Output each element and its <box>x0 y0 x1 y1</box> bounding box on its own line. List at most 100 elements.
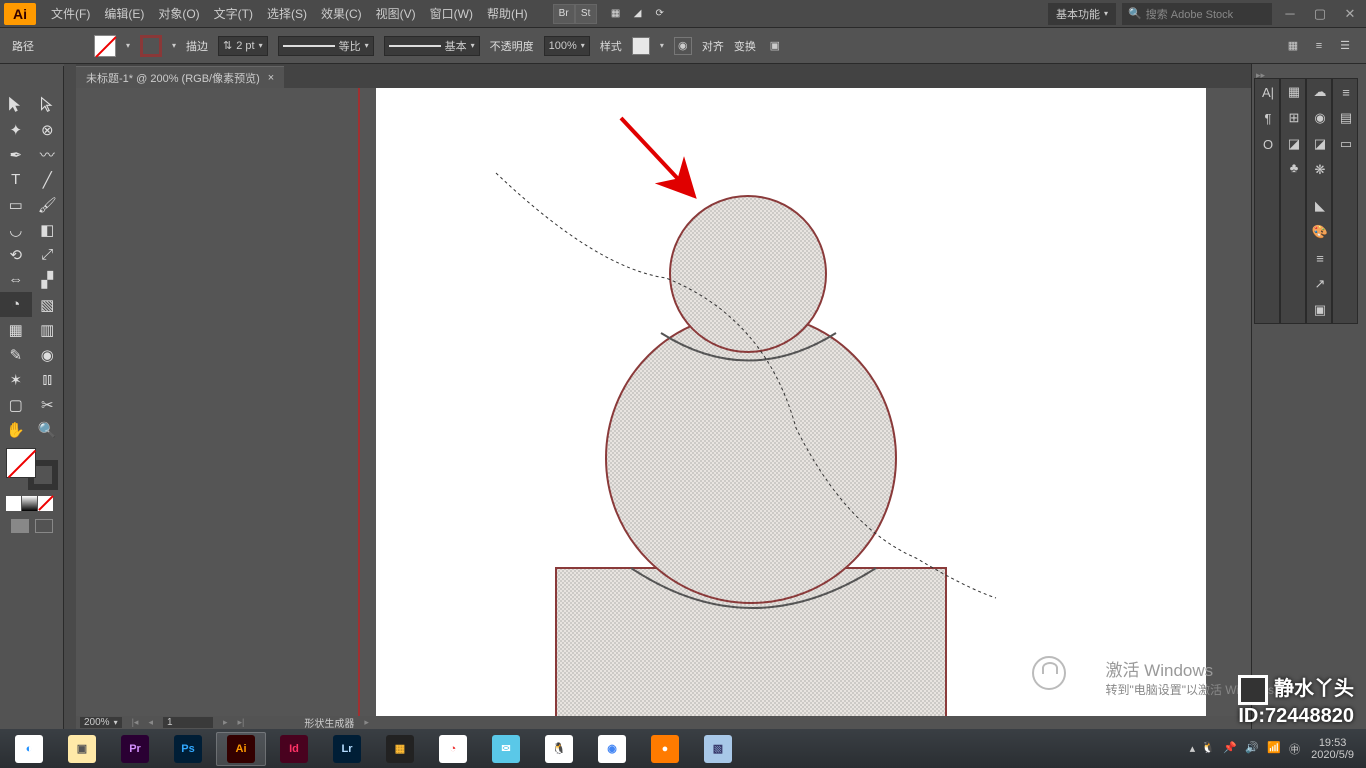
tray-pin-icon[interactable]: 📌 <box>1223 741 1239 757</box>
export-panel-icon[interactable]: ↗ <box>1307 271 1333 297</box>
menu-view[interactable]: 视图(V) <box>369 1 423 26</box>
color-mode-row[interactable] <box>0 496 63 511</box>
shaper-tool[interactable]: ◡ <box>0 217 32 242</box>
maximize-icon[interactable]: ▢ <box>1308 4 1332 24</box>
system-tray[interactable]: ▴ 🐧 📌 🔊 📶 ㊥ 19:532020/5/9 <box>1190 737 1362 761</box>
menu-file[interactable]: 文件(F) <box>44 1 97 26</box>
recolor-button[interactable]: ◉ <box>674 37 692 55</box>
taskbar-app-8[interactable]: ◔ <box>428 732 478 766</box>
taskbar-app-10[interactable]: 🐧 <box>534 732 584 766</box>
direct-selection-tool[interactable] <box>32 92 64 117</box>
taskbar-app-0[interactable]: ◐ <box>4 732 54 766</box>
taskbar-app-7[interactable]: ▦ <box>375 732 425 766</box>
properties-panel-icon[interactable]: ≡ <box>1333 79 1359 105</box>
shape-builder-tool[interactable]: ◔ <box>0 292 32 317</box>
magic-wand-tool[interactable]: ✦ <box>0 117 32 142</box>
stroke-profile-dropdown[interactable]: 等比▾ <box>278 36 374 56</box>
blend-tool[interactable]: ◉ <box>32 342 64 367</box>
taskbar-app-4[interactable]: Ai <box>216 732 266 766</box>
taskbar-app-12[interactable]: ● <box>640 732 690 766</box>
screen-mode[interactable] <box>0 519 63 533</box>
brushes-panel-icon[interactable]: ◣ <box>1307 193 1333 219</box>
scale-tool[interactable]: ⤢ <box>32 242 64 267</box>
taskbar-app-5[interactable]: Id <box>269 732 319 766</box>
type-tool[interactable]: T <box>0 167 32 192</box>
layers-panel-icon[interactable]: ▤ <box>1333 105 1359 131</box>
sync-icon[interactable]: ⟳ <box>649 4 671 24</box>
appearance-panel-icon[interactable]: ◉ <box>1307 105 1333 131</box>
transform-label[interactable]: 变换 <box>734 38 756 54</box>
artboard-last-icon[interactable]: ▸| <box>238 717 245 728</box>
bridge-icon[interactable]: Br <box>553 4 575 24</box>
transform-panel-icon[interactable]: ▦ <box>1281 79 1307 105</box>
symbol-sprayer-tool[interactable]: ✶ <box>0 367 32 392</box>
free-transform-tool[interactable]: ▞ <box>32 267 64 292</box>
tray-qq-icon[interactable]: 🐧 <box>1201 741 1217 757</box>
opacity-input[interactable]: 100%▾ <box>544 36 590 56</box>
fill-stroke-swatches[interactable] <box>6 448 58 490</box>
menu-window[interactable]: 窗口(W) <box>423 1 480 26</box>
character-panel-icon[interactable]: A| <box>1255 79 1281 105</box>
stroke-panel-icon[interactable]: ≡ <box>1307 245 1333 271</box>
workspace-switcher[interactable]: 基本功能▾ <box>1048 3 1116 25</box>
menu-object[interactable]: 对象(O) <box>151 1 206 26</box>
artboard-next-icon[interactable]: ▸ <box>223 717 228 728</box>
taskbar-app-1[interactable]: ▣ <box>57 732 107 766</box>
eraser-tool[interactable]: ◧ <box>32 217 64 242</box>
gradient-tool[interactable]: ▥ <box>32 317 64 342</box>
menu-effect[interactable]: 效果(C) <box>314 1 369 26</box>
pen-tool[interactable]: ✒ <box>0 142 32 167</box>
taskbar-app-13[interactable]: ▧ <box>693 732 743 766</box>
clock[interactable]: 19:532020/5/9 <box>1311 737 1354 761</box>
close-icon[interactable]: ✕ <box>1338 4 1362 24</box>
artboard-nav-input[interactable]: 1 <box>163 717 213 728</box>
line-tool[interactable]: ╱ <box>32 167 64 192</box>
tab-close-icon[interactable]: × <box>268 72 274 84</box>
symbols-panel-icon[interactable]: ❋ <box>1307 157 1333 183</box>
stock-icon[interactable]: St <box>575 4 597 24</box>
stroke-swatch[interactable] <box>140 35 162 57</box>
align-label[interactable]: 对齐 <box>702 38 724 54</box>
taskbar-app-11[interactable]: ◉ <box>587 732 637 766</box>
slice-tool[interactable]: ✂ <box>32 392 64 417</box>
graph-tool[interactable]: ⫾⫾ <box>32 367 64 392</box>
rotate-tool[interactable]: ⟲ <box>0 242 32 267</box>
perspective-tool[interactable]: ▧ <box>32 292 64 317</box>
brush-dropdown[interactable]: 基本▾ <box>384 36 480 56</box>
artboard-prev-icon[interactable]: ◂ <box>148 717 153 728</box>
artboard-tool[interactable]: ▢ <box>0 392 32 417</box>
taskbar-app-3[interactable]: Ps <box>163 732 213 766</box>
tray-ime-icon[interactable]: ㊥ <box>1289 741 1305 757</box>
artboards-panel-icon[interactable]: ▭ <box>1333 131 1359 157</box>
fill-swatch[interactable] <box>94 35 116 57</box>
document-tab[interactable]: 未标题-1* @ 200% (RGB/像素预览) × <box>76 66 284 88</box>
panel-menu-icon[interactable]: ☰ <box>1336 37 1354 55</box>
artboard-first-icon[interactable]: |◂ <box>132 717 139 728</box>
tray-speaker-icon[interactable]: 🔊 <box>1245 741 1261 757</box>
selection-tool[interactable] <box>0 92 32 117</box>
gpu-icon[interactable]: ◢ <box>627 4 649 24</box>
taskbar-app-6[interactable]: Lr <box>322 732 372 766</box>
hand-tool[interactable]: ✋ <box>0 417 32 442</box>
menu-help[interactable]: 帮助(H) <box>480 1 535 26</box>
curvature-tool[interactable]: 〰 <box>32 142 64 167</box>
zoom-tool[interactable]: 🔍 <box>32 417 64 442</box>
isolate-button[interactable]: ▦ <box>1284 37 1302 55</box>
taskbar-app-2[interactable]: Pr <box>110 732 160 766</box>
menu-edit[interactable]: 编辑(E) <box>97 1 151 26</box>
asset-export-icon[interactable]: ▣ <box>1307 297 1333 323</box>
shape-panel-icon[interactable]: ♣ <box>1281 157 1307 177</box>
minimize-icon[interactable]: ─ <box>1278 4 1302 24</box>
lasso-tool[interactable]: ⊗ <box>32 117 64 142</box>
tray-expand-icon[interactable]: ▴ <box>1190 742 1196 755</box>
stroke-weight-input[interactable]: ⇅2 pt▾ <box>218 36 268 56</box>
eyedropper-tool[interactable]: ✎ <box>0 342 32 367</box>
rectangle-tool[interactable]: ▭ <box>0 192 32 217</box>
align-panel-icon[interactable]: ⊞ <box>1281 105 1307 131</box>
taskbar-app-9[interactable]: ✉ <box>481 732 531 766</box>
swatches-panel-icon[interactable]: 🎨 <box>1307 219 1333 245</box>
edit-button[interactable]: ≡ <box>1310 37 1328 55</box>
canvas[interactable] <box>76 88 1251 716</box>
style-swatch[interactable] <box>632 37 650 55</box>
cc-libraries-icon[interactable]: ☁ <box>1307 79 1333 105</box>
